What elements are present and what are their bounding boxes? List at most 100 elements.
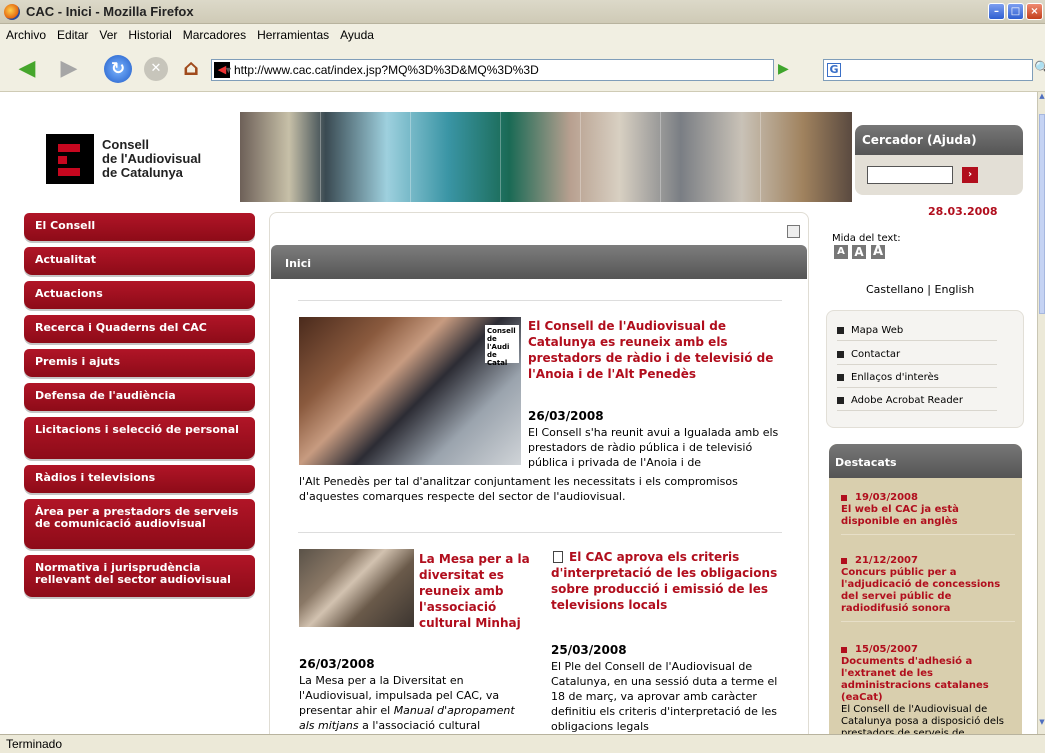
logo-line-2: de l'Audiovisual <box>102 151 202 166</box>
nav-normativa[interactable]: Normativa i jurisprudència rellevant del… <box>24 555 255 597</box>
news-1-image[interactable]: Consell de l'Audi de Catal <box>299 317 521 465</box>
nav-premis[interactable]: Premis i ajuts <box>24 349 255 377</box>
logo-line-3: de Catalunya <box>102 165 183 180</box>
menu-archivo[interactable]: Archivo <box>6 28 46 42</box>
bullet-icon <box>841 495 847 501</box>
cac-logo-mark <box>46 134 94 184</box>
scroll-down-icon[interactable]: ▼ <box>1038 718 1045 734</box>
window-title: CAC - Inici - Mozilla Firefox <box>26 4 194 19</box>
news-1-body-a: El Consell s'ha reunit avui a Igualada a… <box>528 426 779 469</box>
news-1-title[interactable]: El Consell de l'Audiovisual de Catalunya… <box>528 318 774 382</box>
nav-licitacions[interactable]: Licitacions i selecció de personal <box>24 417 255 459</box>
text-size-large-button[interactable]: A <box>871 245 885 259</box>
nav-radios[interactable]: Ràdios i televisions <box>24 465 255 493</box>
scroll-up-icon[interactable]: ▲ <box>1038 92 1045 108</box>
close-button[interactable]: × <box>1026 3 1043 20</box>
minimize-button[interactable]: – <box>988 3 1005 20</box>
search-go-icon[interactable]: 🔍 <box>1034 61 1045 76</box>
featured-item-body: El Consell de l'Audiovisual de Catalunya… <box>841 704 1004 734</box>
divider <box>298 532 782 533</box>
left-navigation: El Consell Actualitat Actuacions Recerca… <box>24 213 255 603</box>
lang-english[interactable]: English <box>935 283 975 296</box>
vertical-scrollbar[interactable]: ▲ ▼ <box>1037 92 1045 734</box>
featured-item-title[interactable]: El web el CAC ja està disponible en angl… <box>841 504 1015 528</box>
news-2-body-end: a l'associació cultural <box>358 719 481 732</box>
current-date: 28.03.2008 <box>928 205 998 218</box>
search-panel-title[interactable]: Cercador (Ajuda) <box>855 125 1023 155</box>
address-dropdown-icon[interactable]: ▼ <box>224 64 398 76</box>
scroll-thumb[interactable] <box>1039 114 1045 314</box>
search-submit-icon[interactable]: › <box>962 167 978 183</box>
featured-date: 21/12/2007 <box>855 555 918 566</box>
forward-icon[interactable]: ▶ <box>54 54 84 84</box>
lang-castellano[interactable]: Castellano <box>866 283 924 296</box>
news-2-title[interactable]: La Mesa per a la diversitat es reuneix a… <box>419 551 533 631</box>
bullet-icon <box>841 558 847 564</box>
page-viewport: Consell de l'Audiovisual de Catalunya Ce… <box>0 92 1037 734</box>
featured-item-title[interactable]: Concurs públic per a l'adjudicació de co… <box>841 567 1015 615</box>
divider <box>298 300 782 301</box>
status-text: Terminado <box>6 737 63 751</box>
featured-date: 15/05/2007 <box>855 644 918 655</box>
quick-links-panel: Mapa Web Contactar Enllaços d'interès Ad… <box>826 310 1024 428</box>
link-contactar[interactable]: Contactar <box>837 349 997 365</box>
featured-item[interactable]: 21/12/2007 Concurs públic per a l'adjudi… <box>841 555 1015 622</box>
cac-logo[interactable]: Consell de l'Audiovisual de Catalunya <box>46 134 201 184</box>
news-3-title[interactable]: El CAC aprova els criteris d'interpretac… <box>551 549 783 613</box>
featured-date: 19/03/2008 <box>855 492 918 503</box>
home-icon[interactable]: ⌂ <box>176 54 206 84</box>
menu-ver[interactable]: Ver <box>99 28 117 42</box>
firefox-icon <box>4 3 20 20</box>
featured-item[interactable]: 15/05/2007 Documents d'adhesió a l'extra… <box>841 644 1015 734</box>
menu-ayuda[interactable]: Ayuda <box>340 28 374 42</box>
link-enllacos[interactable]: Enllaços d'interès <box>837 372 997 388</box>
news-2-date: 26/03/2008 <box>299 657 375 671</box>
news-2-image[interactable] <box>299 549 414 627</box>
window-controls: – □ × <box>988 3 1043 20</box>
nav-actualitat[interactable]: Actualitat <box>24 247 255 275</box>
go-icon[interactable]: ▶ <box>778 61 789 77</box>
featured-item-title[interactable]: Documents d'adhesió a l'extranet de les … <box>841 656 1015 704</box>
back-icon[interactable]: ◀ <box>12 54 42 84</box>
news-3-body: El Ple del Consell de l'Audiovisual de C… <box>551 660 778 733</box>
google-icon[interactable]: G <box>827 63 841 77</box>
news-3-date: 25/03/2008 <box>551 643 627 657</box>
menu-bar: Archivo Editar Ver Historial Marcadores … <box>0 24 1045 46</box>
reload-icon[interactable]: ↻ <box>104 55 132 83</box>
language-switch: Castellano | English <box>866 283 974 296</box>
bullet-icon <box>837 374 844 381</box>
menu-marcadores[interactable]: Marcadores <box>183 28 246 42</box>
link-label: Adobe Acrobat Reader <box>851 395 963 406</box>
link-mapa-web[interactable]: Mapa Web <box>837 325 997 341</box>
link-adobe-reader[interactable]: Adobe Acrobat Reader <box>837 395 997 411</box>
text-size-label: Mida del text: <box>832 233 901 244</box>
bullet-icon <box>837 351 844 358</box>
menu-editar[interactable]: Editar <box>57 28 88 42</box>
nav-area-prestadors[interactable]: Àrea per a prestadors de serveis de comu… <box>24 499 255 549</box>
address-bar[interactable]: ◀ http://www.cac.cat/index.jsp?MQ%3D%3D&… <box>211 59 774 81</box>
nav-defensa[interactable]: Defensa de l'audiència <box>24 383 255 411</box>
search-bar[interactable]: G <box>823 59 1033 81</box>
bullet-icon <box>837 327 844 334</box>
nav-recerca[interactable]: Recerca i Quaderns del CAC <box>24 315 255 343</box>
main-content-panel <box>269 212 809 734</box>
menu-herramientas[interactable]: Herramientas <box>257 28 329 42</box>
logo-line-1: Consell <box>102 137 149 152</box>
stop-icon[interactable]: ✕ <box>144 57 168 81</box>
text-size-medium-button[interactable]: A <box>852 245 866 259</box>
news-1-body-b: l'Alt Penedès per tal d'analitzar conjun… <box>299 475 738 503</box>
text-size-small-button[interactable]: A <box>834 245 848 259</box>
lang-separator: | <box>927 283 932 296</box>
header-banner-image <box>240 112 852 202</box>
featured-item[interactable]: 19/03/2008 El web el CAC ja està disponi… <box>841 492 1015 535</box>
menu-historial[interactable]: Historial <box>128 28 171 42</box>
maximize-button[interactable]: □ <box>1007 3 1024 20</box>
nav-el-consell[interactable]: El Consell <box>24 213 255 241</box>
status-bar: Terminado <box>0 734 1045 753</box>
bullet-icon <box>837 397 844 404</box>
print-icon[interactable] <box>787 225 800 238</box>
site-search-input[interactable] <box>867 166 953 184</box>
featured-title: Destacats <box>829 444 1022 478</box>
nav-actuacions[interactable]: Actuacions <box>24 281 255 309</box>
news-2-body: La Mesa per a la Diversitat en l'Audiovi… <box>299 673 532 733</box>
